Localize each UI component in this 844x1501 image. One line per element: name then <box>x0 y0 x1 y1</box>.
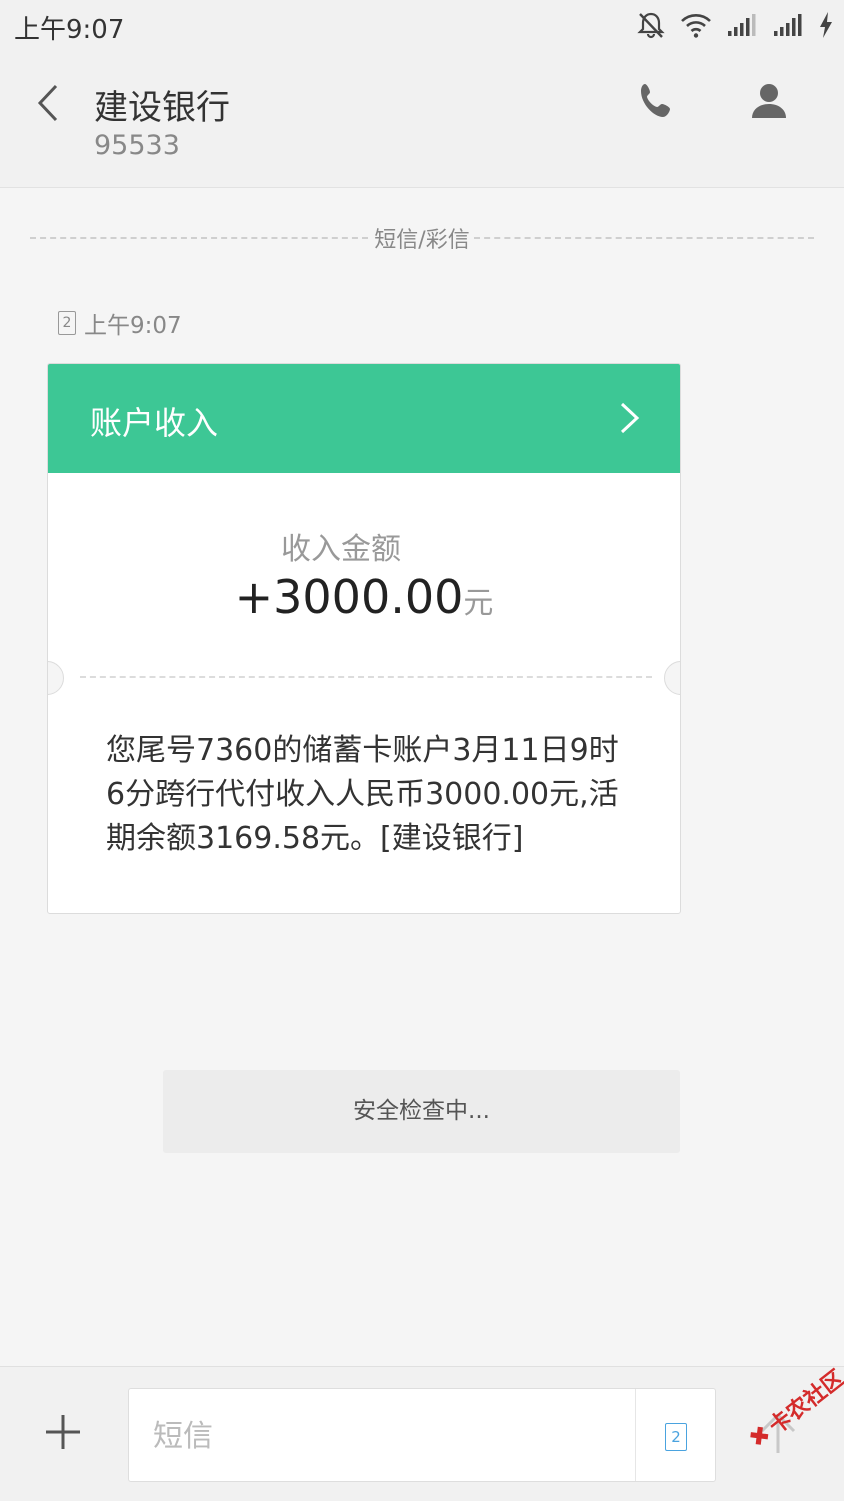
message-composer: 2 <box>0 1366 844 1501</box>
amount-row: +3000.00元 <box>48 570 680 624</box>
message-time: 上午9:07 <box>84 313 182 339</box>
sim-slot-icon: 2 <box>58 311 76 335</box>
signal-1-icon <box>726 12 758 38</box>
card-title: 账户收入 <box>90 404 219 442</box>
card-divider <box>80 676 652 678</box>
call-button[interactable] <box>636 80 678 122</box>
contact-name: 建设银行 <box>94 88 230 128</box>
contact-details-button[interactable] <box>748 80 790 122</box>
message-input-box: 2 <box>128 1388 716 1483</box>
sim-select-button[interactable]: 2 <box>665 1423 687 1451</box>
back-button[interactable] <box>28 80 68 126</box>
status-time: 上午9:07 <box>14 15 125 45</box>
plus-icon <box>46 1415 80 1449</box>
message-timestamp: 2 上午9:07 <box>58 306 182 340</box>
message-input[interactable] <box>151 1389 625 1483</box>
card-header[interactable]: 账户收入 <box>48 364 680 473</box>
wifi-icon <box>680 11 712 39</box>
card-notch-left <box>48 661 64 695</box>
transaction-card[interactable]: 账户收入 收入金额 +3000.00元 您尾号7360的储蓄卡账户3月11日9时… <box>47 363 681 914</box>
input-divider <box>635 1389 636 1481</box>
signal-2-icon <box>772 12 804 38</box>
amount-unit: 元 <box>463 586 494 621</box>
amount-value: +3000.00 <box>234 570 464 624</box>
message-type-separator: 短信/彩信 <box>30 222 814 253</box>
amount-label: 收入金额 <box>281 532 401 567</box>
attach-button[interactable] <box>44 1413 82 1451</box>
separator-line-left <box>30 237 368 239</box>
card-notch-right <box>664 661 680 695</box>
charging-icon <box>818 11 834 39</box>
separator-line-right <box>474 237 814 239</box>
contact-number: 95533 <box>94 130 180 161</box>
phone-icon <box>641 84 670 117</box>
person-icon <box>752 84 786 118</box>
status-icons <box>636 8 834 42</box>
security-check-status: 安全检查中... <box>163 1070 680 1153</box>
message-body: 您尾号7360的储蓄卡账户3月11日9时6分跨行代付收入人民币3000.00元,… <box>106 733 619 856</box>
back-arrow-icon <box>37 84 58 122</box>
chevron-right-icon <box>620 402 640 434</box>
conversation-header: 建设银行 95533 <box>0 50 844 188</box>
separator-label: 短信/彩信 <box>374 228 470 253</box>
status-bar: 上午9:07 <box>0 0 844 50</box>
mute-icon <box>636 10 666 40</box>
